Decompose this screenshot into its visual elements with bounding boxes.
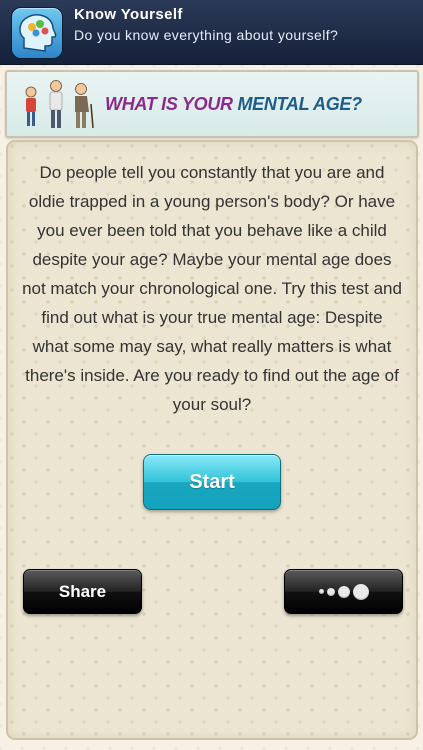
banner-title: What is your mental age? [105, 94, 362, 115]
intro-text: Do people tell you constantly that you a… [22, 163, 402, 414]
start-button-label: Start [189, 470, 235, 493]
test-banner: What is your mental age? [5, 70, 419, 138]
more-dots-icon [318, 583, 369, 600]
three-generations-figures [25, 80, 94, 129]
more-button[interactable] [284, 569, 403, 614]
app-title: Know Yourself [74, 6, 183, 23]
share-button[interactable]: Share [23, 569, 142, 614]
share-button-label: Share [58, 581, 107, 601]
intro-card: Do people tell you constantly that you a… [6, 140, 418, 740]
banner-title-part2: mental age? [237, 94, 362, 114]
app-subtitle: Do you know everything about yourself? [74, 27, 339, 43]
start-button[interactable]: Start [143, 454, 281, 510]
banner-title-part1: What is your [105, 94, 238, 114]
app-header: Know Yourself Do you know everything abo… [0, 0, 423, 65]
brain-head-icon [11, 7, 63, 59]
